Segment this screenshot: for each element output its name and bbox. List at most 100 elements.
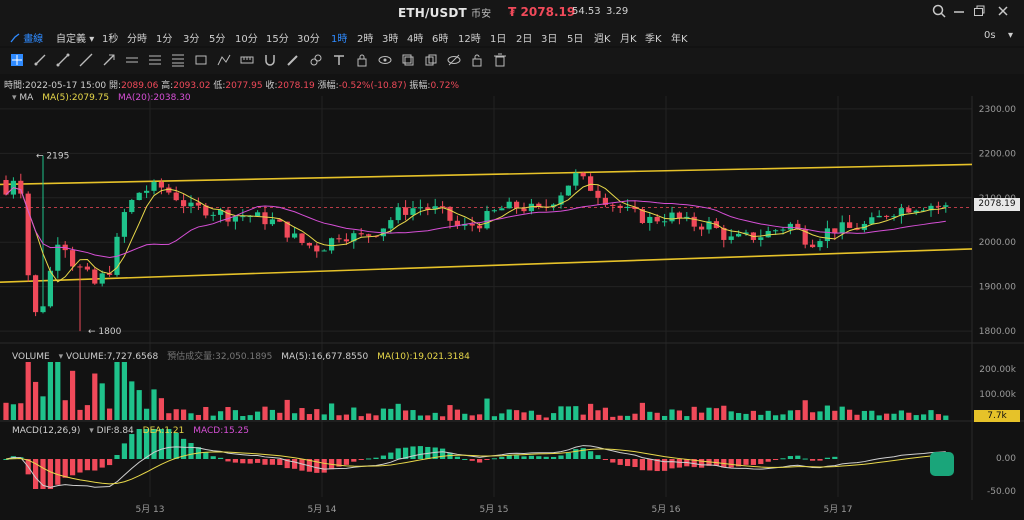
pencil-icon[interactable] — [286, 53, 300, 67]
tab-tf-21[interactable]: 年K — [671, 30, 688, 45]
candle-body — [839, 222, 845, 234]
volume-bar — [610, 416, 616, 420]
segment-line-icon[interactable] — [56, 53, 70, 67]
candle-body — [706, 221, 712, 230]
measure-icon[interactable] — [240, 53, 254, 67]
tab-tf-7[interactable]: 30分 — [297, 30, 320, 45]
link-icon[interactable] — [309, 53, 323, 67]
macd-bar — [277, 459, 283, 466]
tab-tf-2[interactable]: 1分 — [156, 30, 172, 45]
lock-icon[interactable] — [355, 53, 369, 67]
macd-bar — [33, 459, 39, 489]
ray-line-icon[interactable] — [33, 53, 47, 67]
candle-body — [580, 172, 586, 177]
search-icon[interactable] — [930, 4, 948, 22]
candle-body — [869, 217, 875, 224]
copy-icon[interactable] — [424, 53, 438, 67]
candle-body — [388, 220, 394, 229]
tab-tf-8[interactable]: 1時 — [331, 30, 347, 45]
pattern-icon[interactable] — [217, 53, 231, 67]
hide-icon[interactable] — [447, 53, 461, 67]
zero-sec-button[interactable]: 0s — [984, 30, 996, 41]
fib-icon[interactable] — [171, 53, 185, 67]
macd-bar — [417, 446, 423, 459]
pair-title: ETH/USDT 币安 — [398, 6, 492, 20]
tab-tf-19[interactable]: 月K — [620, 30, 637, 45]
macd-bar — [203, 452, 209, 459]
close-icon[interactable] — [994, 4, 1012, 22]
layers-icon[interactable] — [401, 53, 415, 67]
tab-tf-18[interactable]: 週K — [594, 30, 611, 45]
macd-bar — [617, 459, 623, 465]
volume-bar — [351, 407, 357, 420]
volume-bar — [417, 415, 423, 420]
last-price: ₮ 2078.19 — [508, 5, 576, 19]
chevron-down-icon[interactable]: ▾ — [1008, 30, 1013, 41]
macd-bar — [129, 434, 135, 459]
extended-line-icon[interactable] — [79, 53, 93, 67]
tab-tf-0[interactable]: 1秒 — [102, 30, 118, 45]
dif-line — [5, 445, 946, 488]
tab-tf-5[interactable]: 10分 — [235, 30, 258, 45]
volume-bar — [77, 409, 83, 420]
macd-bar — [336, 459, 342, 467]
candle-body — [284, 221, 290, 238]
tab-tf-3[interactable]: 3分 — [183, 30, 199, 45]
parallel-channel-icon[interactable] — [148, 53, 162, 67]
candle-body — [906, 208, 912, 213]
macd-bar — [595, 455, 601, 459]
chevron-down-icon[interactable]: ▾ — [59, 352, 64, 362]
tab-tf-14[interactable]: 1日 — [490, 30, 506, 45]
rectangle-icon[interactable] — [194, 53, 208, 67]
candle-body — [144, 190, 150, 193]
candle-body — [351, 233, 357, 242]
tab-tf-13[interactable]: 12時 — [458, 30, 481, 45]
candle-body — [625, 206, 631, 208]
macd-bar — [99, 459, 105, 468]
macd-bar — [188, 443, 194, 459]
custom-dropdown[interactable]: 自定義 ▾ — [56, 30, 94, 45]
crosshair-icon[interactable] — [10, 53, 24, 67]
volume-bar — [824, 405, 830, 420]
draw-button[interactable]: 畫線 — [10, 30, 43, 45]
tab-tf-12[interactable]: 6時 — [432, 30, 448, 45]
date-label: 5月 15 — [479, 504, 508, 515]
horizontal-line-icon[interactable] — [125, 53, 139, 67]
tab-tf-4[interactable]: 5分 — [209, 30, 225, 45]
arrow-line-icon[interactable] — [102, 53, 116, 67]
tab-tf-1[interactable]: 分時 — [127, 30, 147, 45]
volume-bar — [181, 409, 187, 420]
minimize-icon[interactable] — [950, 4, 968, 22]
restore-icon[interactable] — [970, 4, 988, 22]
robot-icon[interactable] — [930, 452, 954, 476]
chevron-down-icon[interactable]: ▾ — [89, 426, 94, 436]
volume-bar — [284, 399, 290, 420]
ohlc-info: 時間:2022-05-17 15:00 開:2089.06 高:2093.02 … — [4, 81, 460, 91]
candle-body — [699, 226, 705, 230]
volume-bar — [928, 410, 934, 420]
candle-body — [269, 219, 275, 225]
trash-icon[interactable] — [493, 53, 507, 67]
volume-bar — [773, 415, 779, 420]
tab-tf-15[interactable]: 2日 — [516, 30, 532, 45]
candle-body — [676, 212, 682, 219]
tab-tf-6[interactable]: 15分 — [266, 30, 289, 45]
candle-body — [588, 176, 594, 191]
tab-tf-20[interactable]: 季K — [645, 30, 662, 45]
eye-icon[interactable] — [378, 53, 392, 67]
volume-bar — [921, 414, 927, 420]
candle-body — [758, 237, 764, 240]
macd-bar — [454, 456, 460, 459]
candle-body — [684, 216, 690, 219]
tab-tf-10[interactable]: 3時 — [382, 30, 398, 45]
text-icon[interactable] — [332, 53, 346, 67]
chevron-down-icon[interactable]: ▾ — [12, 93, 17, 103]
tab-tf-17[interactable]: 5日 — [567, 30, 583, 45]
candle-body — [817, 241, 823, 248]
tab-tf-9[interactable]: 2時 — [357, 30, 373, 45]
lock-all-icon[interactable] — [470, 53, 484, 67]
tab-tf-11[interactable]: 4時 — [407, 30, 423, 45]
magnet-icon[interactable] — [263, 53, 277, 67]
volume-bar — [491, 416, 497, 420]
tab-tf-16[interactable]: 3日 — [541, 30, 557, 45]
